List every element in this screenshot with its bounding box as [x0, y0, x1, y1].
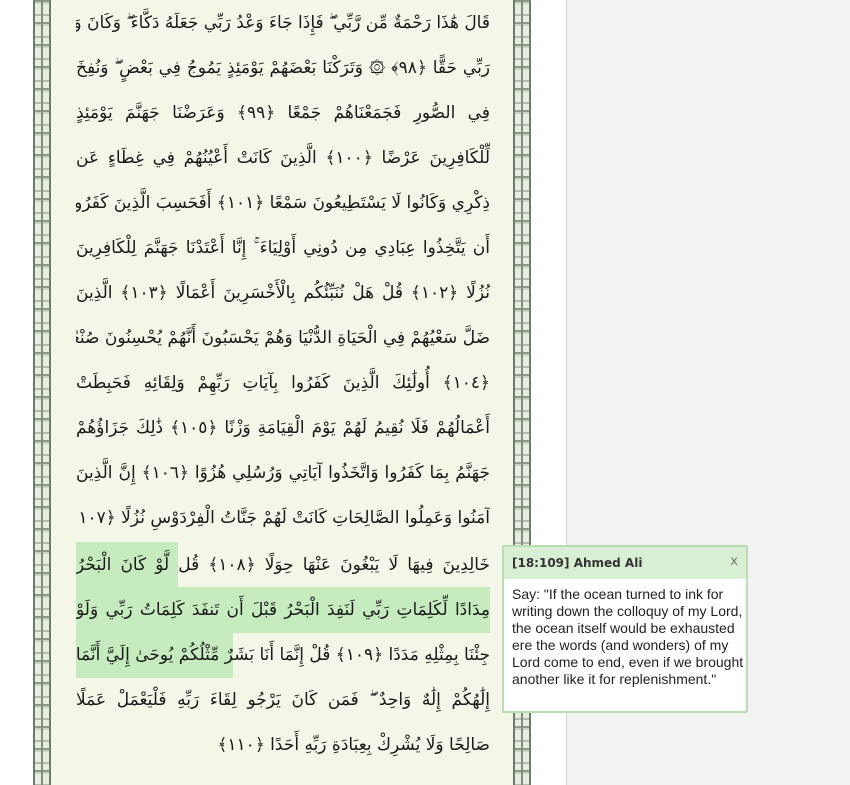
verse-line-8[interactable]: ضَلَّ سَعْيُهُمْ فِي الْحَيَاةِ الدُّنْي… — [76, 315, 490, 361]
verse-line-2[interactable]: رَبِّي حَقًّا ﴿٩٨﴾ ۞ وَتَرَكْنَا بَعْضَه… — [76, 45, 490, 91]
verse-line-7[interactable]: نُزُلًا ﴿١٠٢﴾ قُلْ هَلْ نُنَبِّئُكُم بِا… — [76, 270, 490, 316]
verse-line-5[interactable]: ذِكْرِي وَكَانُوا لَا يَسْتَطِيعُونَ سَم… — [76, 180, 490, 226]
verse-line-12[interactable]: آمَنُوا وَعَمِلُوا الصَّالِحَاتِ كَانَتْ… — [76, 495, 490, 541]
verse-line-3[interactable]: فِي الصُّورِ فَجَمَعْنَاهُمْ جَمْعًا ﴿٩٩… — [76, 90, 490, 136]
popup-header: [18:109] Ahmed Ali x — [504, 547, 746, 579]
translation-text: Say: "If the ocean turned to ink for wri… — [512, 586, 744, 687]
verse-line-9[interactable]: ﴿١٠٤﴾ أُولَٰئِكَ الَّذِينَ كَفَرُوا بِآي… — [76, 360, 490, 406]
verse-line-16[interactable]: إِلَٰهُكُمْ إِلَٰهٌ وَاحِدٌ ۖ فَمَن كَان… — [76, 677, 490, 723]
verse-line-11[interactable]: جَهَنَّمُ بِمَا كَفَرُوا وَاتَّخَذُوا آي… — [76, 450, 490, 496]
page-border-left — [33, 0, 51, 785]
popup-title: [18:109] Ahmed Ali — [512, 556, 643, 570]
left-gutter — [0, 0, 34, 785]
verse-line-1[interactable]: قَالَ هَٰذَا رَحْمَةٌ مِّن رَّبِّي ۖ فَإ… — [76, 0, 490, 46]
verse-line-4[interactable]: لِّلْكَافِرِينَ عَرْضًا ﴿١٠٠﴾ الَّذِينَ … — [76, 135, 490, 181]
verse-line-10[interactable]: أَعْمَالُهُمْ فَلَا نُقِيمُ لَهُمْ يَوْم… — [76, 405, 490, 451]
verse-line-17[interactable]: صَالِحًا وَلَا يُشْرِكْ بِعِبَادَةِ رَبِ… — [76, 722, 490, 768]
verse-line-14-highlighted[interactable]: مِدَادًا لِّكَلِمَاتِ رَبِّي لَنَفِدَ ال… — [76, 587, 490, 633]
verse-line-15-highlighted[interactable]: جِئْنَا بِمِثْلِهِ مَدَدًا ﴿١٠٩﴾ قُلْ إِ… — [76, 632, 490, 678]
close-icon[interactable]: x — [730, 554, 738, 569]
translation-popup: [18:109] Ahmed Ali x Say: "If the ocean … — [502, 545, 748, 713]
verse-line-6[interactable]: أَن يَتَّخِذُوا عِبَادِي مِن دُونِي أَوْ… — [76, 225, 490, 271]
quran-text-area: قَالَ هَٰذَا رَحْمَةٌ مِّن رَّبِّي ۖ فَإ… — [76, 0, 490, 785]
verse-line-13-highlighted[interactable]: خَالِدِينَ فِيهَا لَا يَبْغُونَ عَنْهَا … — [76, 542, 490, 588]
